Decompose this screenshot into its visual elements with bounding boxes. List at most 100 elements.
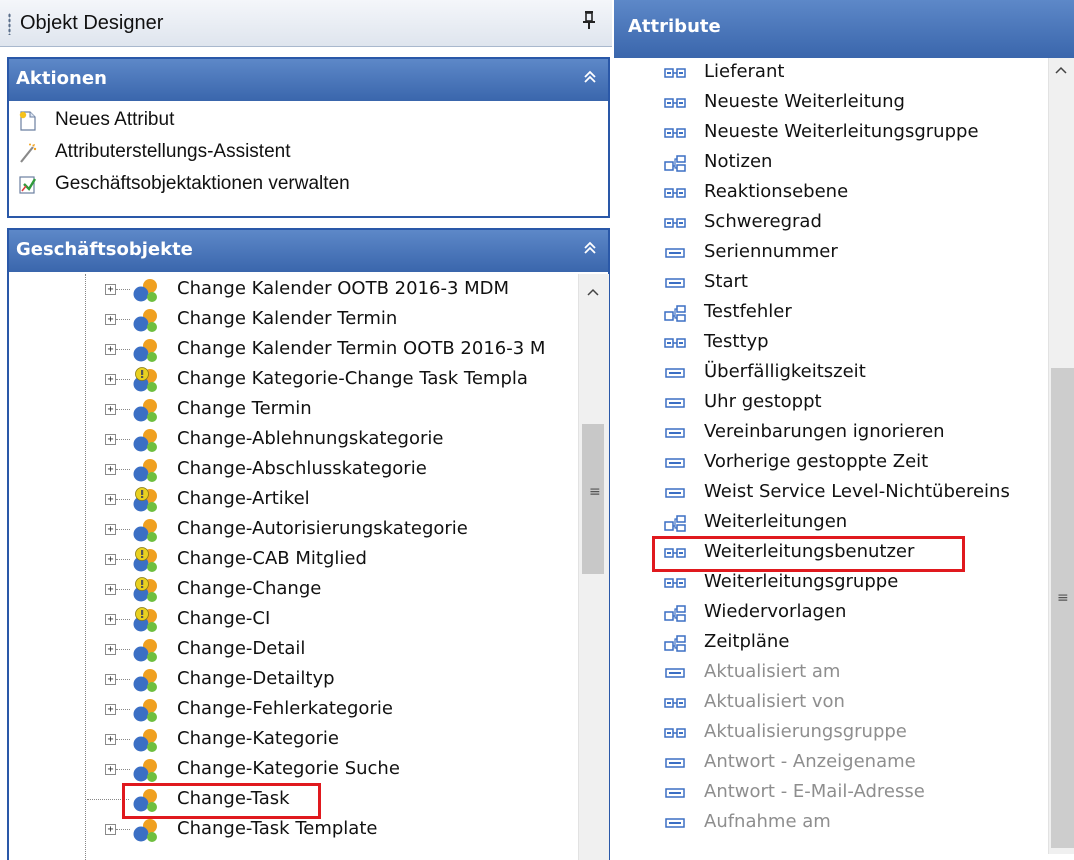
tree-item-change-detail[interactable]: + Change-Detail [9, 635, 569, 665]
geschaeftsobjekte-header[interactable]: Geschäftsobjekte [9, 230, 608, 272]
business-object-icon [131, 817, 161, 843]
expand-icon[interactable]: + [105, 674, 116, 685]
attribute-item-testfehler[interactable]: Testfehler [614, 298, 1048, 328]
tree-item-change-artikel[interactable]: + Change-Artikel [9, 485, 569, 515]
attribute-item-testtyp[interactable]: Testtyp [614, 328, 1048, 358]
attribute-label: Weiterleitungsgruppe [704, 571, 899, 592]
attribute-label: Aktualisierungsgruppe [704, 721, 907, 742]
tree-item-label: Change Kalender OOTB 2016-3 MDM [177, 278, 510, 299]
attribute-scrollbar[interactable]: ≡ [1048, 58, 1074, 854]
expand-icon[interactable]: + [105, 734, 116, 745]
wizard-wand-icon [19, 143, 37, 163]
expand-icon[interactable]: + [105, 644, 116, 655]
tree-item-change-task-template[interactable]: + Change-Task Template [9, 815, 569, 845]
tree-item-label: Change-Change [177, 578, 322, 599]
attribute-item-seriennummer[interactable]: Seriennummer [614, 238, 1048, 268]
attribute-item-antwort-e-mail-adresse[interactable]: Antwort - E-Mail-Adresse [614, 778, 1048, 808]
business-object-link-icon [131, 607, 161, 633]
pin-icon[interactable] [582, 10, 596, 35]
expand-icon[interactable]: + [105, 434, 116, 445]
attribute-item-zeitplaene[interactable]: Zeitpläne [614, 628, 1048, 658]
scroll-thumb[interactable]: ≡ [1051, 368, 1074, 848]
tree-item-change-kalender-ootb-2016-3-mdm[interactable]: + Change Kalender OOTB 2016-3 MDM [9, 275, 569, 305]
attribute-item-reaktionsebene[interactable]: Reaktionsebene [614, 178, 1048, 208]
business-object-icon [131, 427, 161, 453]
tree-item-change-change[interactable]: + Change-Change [9, 575, 569, 605]
attribute-item-weist-service-level-nichtuebereins[interactable]: Weist Service Level-Nichtübereins [614, 478, 1048, 508]
collection-attribute-icon [664, 305, 686, 322]
attribute-item-neueste-weiterleitung[interactable]: Neueste Weiterleitung [614, 88, 1048, 118]
attribute-item-vorherige-gestoppte-zeit[interactable]: Vorherige gestoppte Zeit [614, 448, 1048, 478]
attribute-item-notizen[interactable]: Notizen [614, 148, 1048, 178]
expand-icon[interactable]: + [105, 524, 116, 535]
attribute-label: Antwort - E-Mail-Adresse [704, 781, 925, 802]
attribute-item-lieferant[interactable]: Lieferant [614, 58, 1048, 88]
tree-item-change-fehlerkategorie[interactable]: + Change-Fehlerkategorie [9, 695, 569, 725]
business-object-tree[interactable]: + Change Kalender OOTB 2016-3 MDM + Change … [9, 274, 569, 860]
tree-item-change-kategorie[interactable]: + Change-Kategorie [9, 725, 569, 755]
action-label: Attributerstellungs-Assistent [55, 141, 291, 162]
attribute-item-ueberfaelligkeitszeit[interactable]: Überfälligkeitszeit [614, 358, 1048, 388]
tree-item-change-detailtyp[interactable]: + Change-Detailtyp [9, 665, 569, 695]
action-label: Neues Attribut [55, 109, 175, 130]
attribute-item-aktualisiert-am[interactable]: Aktualisiert am [614, 658, 1048, 688]
attribute-label: Uhr gestoppt [704, 391, 822, 412]
expand-icon[interactable]: + [105, 374, 116, 385]
field-attribute-icon [664, 785, 686, 801]
attribute-item-vereinbarungen-ignorieren[interactable]: Vereinbarungen ignorieren [614, 418, 1048, 448]
expand-icon[interactable]: + [105, 404, 116, 415]
attribute-item-uhr-gestoppt[interactable]: Uhr gestoppt [614, 388, 1048, 418]
expand-icon[interactable]: + [105, 704, 116, 715]
expand-icon[interactable]: + [105, 824, 116, 835]
scroll-thumb[interactable]: ≡ [582, 424, 604, 574]
aktionen-header[interactable]: Aktionen [9, 59, 608, 101]
tree-scrollbar[interactable]: ≡ [578, 274, 609, 860]
attribute-label: Notizen [704, 151, 773, 172]
tree-item-change-ci[interactable]: + Change-CI [9, 605, 569, 635]
tree-item-change-kalender-termin[interactable]: + Change Kalender Termin [9, 305, 569, 335]
tree-item-change-kategorie-suche[interactable]: + Change-Kategorie Suche [9, 755, 569, 785]
business-object-icon [131, 667, 161, 693]
attribute-item-wiedervorlagen[interactable]: Wiedervorlagen [614, 598, 1048, 628]
attribute-item-neueste-weiterleitungsgruppe[interactable]: Neueste Weiterleitungsgruppe [614, 118, 1048, 148]
expand-icon[interactable]: + [105, 344, 116, 355]
expand-icon[interactable]: + [105, 554, 116, 565]
relation-attribute-icon [664, 65, 686, 81]
expand-icon[interactable]: + [105, 494, 116, 505]
expand-icon[interactable]: + [105, 764, 116, 775]
tree-item-change-cab-mitglied[interactable]: + Change-CAB Mitglied [9, 545, 569, 575]
attribute-label: Neueste Weiterleitung [704, 91, 905, 112]
drag-grip-icon[interactable] [8, 13, 11, 35]
expand-icon[interactable]: + [105, 284, 116, 295]
tree-item-change-autorisierungskategorie[interactable]: + Change-Autorisierungskategorie [9, 515, 569, 545]
collapse-icon[interactable] [584, 241, 596, 259]
tree-item-change-ablehnungskategorie[interactable]: + Change-Ablehnungskategorie [9, 425, 569, 455]
expand-icon[interactable]: + [105, 464, 116, 475]
expand-icon[interactable]: + [105, 614, 116, 625]
attribute-item-schweregrad[interactable]: Schweregrad [614, 208, 1048, 238]
attribute-item-aktualisiert-von[interactable]: Aktualisiert von [614, 688, 1048, 718]
attribute-item-aufnahme-am[interactable]: Aufnahme am [614, 808, 1048, 838]
collapse-icon[interactable] [584, 70, 596, 88]
tree-item-label: Change-Task Template [177, 818, 378, 839]
attribute-item-aktualisierungsgruppe[interactable]: Aktualisierungsgruppe [614, 718, 1048, 748]
field-attribute-icon [664, 275, 686, 291]
scroll-up-icon[interactable] [587, 284, 599, 300]
tree-item-change-kategorie-change-task-templa[interactable]: + Change Kategorie-Change Task Templa [9, 365, 569, 395]
expand-icon[interactable]: + [105, 314, 116, 325]
tree-connector [116, 769, 130, 770]
tree-item-change-termin[interactable]: + Change Termin [9, 395, 569, 425]
collection-attribute-icon [664, 635, 686, 652]
tree-item-change-abschlusskategorie[interactable]: + Change-Abschlusskategorie [9, 455, 569, 485]
attribute-list[interactable]: Lieferant Neueste Weiterleitung Neueste We… [614, 58, 1048, 854]
tree-item-change-kalender-termin-ootb-2016-3-m[interactable]: + Change Kalender Termin OOTB 2016-3 M [9, 335, 569, 365]
attribute-item-weiterleitungen[interactable]: Weiterleitungen [614, 508, 1048, 538]
scroll-up-icon[interactable] [1055, 62, 1067, 78]
expand-icon[interactable]: + [105, 584, 116, 595]
attribute-pane: Attribute Lieferant Neueste Weiterleitung… [614, 0, 1074, 854]
tree-item-label: Change-Ablehnungskategorie [177, 428, 444, 449]
attribute-item-weiterleitungsgruppe[interactable]: Weiterleitungsgruppe [614, 568, 1048, 598]
attribute-item-start[interactable]: Start [614, 268, 1048, 298]
relation-attribute-icon [664, 125, 686, 141]
attribute-item-antwort-anzeigename[interactable]: Antwort - Anzeigename [614, 748, 1048, 778]
